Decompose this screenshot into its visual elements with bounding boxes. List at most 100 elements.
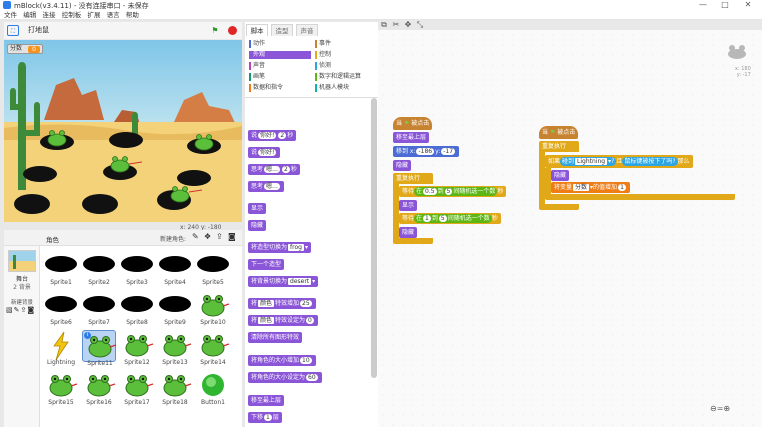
s1-show[interactable]: 显示 [399,200,418,211]
block-change-effect[interactable]: 将颜色 特效增加 25 [248,298,316,309]
app-icon [3,1,11,9]
project-title[interactable]: 打地鼠 [28,25,88,36]
block-go-back-layers[interactable]: 下移 1 层 [248,412,282,423]
sprite-thumbnail-lightning[interactable]: Lightning [44,330,78,366]
minimize-button[interactable]: — [696,0,710,10]
s1-hide[interactable]: 隐藏 [393,160,412,171]
sprite-thumbnail-frog[interactable]: Sprite10 [196,290,230,326]
grow-icon[interactable]: ✥ [402,20,414,29]
stop-icon[interactable] [226,25,238,36]
zoom-out-icon[interactable]: ⊖ [710,404,717,413]
s2-if-block[interactable]: 如果 碰到 Lightning ▾? 且鼠标键被按下了吗? 那么 [545,155,693,168]
s1-go-front[interactable]: 移至最上层 [393,132,430,143]
sprite-info-icon[interactable]: i [84,332,91,339]
sprite-thumbnail-hole[interactable]: Sprite5 [196,250,230,286]
sprite-thumbnail-hole[interactable]: Sprite6 [44,290,78,326]
sprite-thumbnail-hole[interactable]: Sprite3 [120,250,154,286]
s1-forever-foot [393,238,433,244]
script-area[interactable] [378,30,762,427]
delete-icon[interactable]: ✂ [390,20,402,29]
tab-sounds[interactable]: 声音 [296,24,318,36]
sprite-thumbnail-frog[interactable]: Sprite14 [196,330,230,366]
maximize-button[interactable]: □ [718,0,732,10]
backdrop-count: 2 背景 [13,284,31,291]
menu-connect[interactable]: 连接 [42,10,55,20]
close-button[interactable]: ✕ [741,0,755,10]
s1-forever[interactable]: 重复执行 [393,173,433,184]
block-set-effect[interactable]: 将颜色 特效设定为 0 [248,315,318,326]
menu-language[interactable]: 语言 [107,10,120,20]
category-item[interactable]: 数字和逻辑运算 [315,73,377,81]
menu-board[interactable]: 控制板 [62,10,82,20]
s1-wait-random-1[interactable]: 等待在 0.5 到 5 间随机选一个数秒 [399,186,507,197]
sprite-thumbnail-frog[interactable]: Sprite18 [158,370,192,406]
sprite-thumbnail-hole[interactable]: Sprite2 [82,250,116,286]
duplicate-icon[interactable]: ⧉ [378,20,390,30]
block-next-costume[interactable]: 下一个造型 [248,259,285,270]
s2-change-variable[interactable]: 将变量 分数 ▾的值增加 1 [551,182,630,193]
block-clear-effects[interactable]: 清除所有图形特效 [248,332,303,343]
block-say-for[interactable]: 说你好! 2 秒 [248,130,297,141]
category-item[interactable]: 控制 [315,51,377,59]
menu-edit[interactable]: 编辑 [23,10,36,20]
sprite-thumbnail-frog[interactable]: Sprite16 [82,370,116,406]
category-item[interactable]: 机器人模块 [315,84,377,92]
green-flag-icon[interactable]: ⚑ [209,25,221,36]
camera-icon[interactable]: ◙ [228,232,236,241]
block-hide[interactable]: 隐藏 [248,220,267,231]
sprite-thumbnail-hole[interactable]: Sprite9 [158,290,192,326]
s2-hide[interactable]: 隐藏 [551,170,570,181]
sprite-thumbnail-hole[interactable]: Sprite7 [82,290,116,326]
paint-sprite-icon[interactable]: ✎ [192,232,199,241]
sprite-name: Sprite11 [87,360,113,367]
sprite-thumbnail-hole[interactable]: Sprite1 [44,250,78,286]
s1-wait-random-2[interactable]: 等待在 1 到 5 间随机选一个数秒 [399,213,501,224]
block-say[interactable]: 说你好! [248,147,281,158]
palette-scrollbar[interactable] [371,98,377,378]
shrink-icon[interactable]: ⤡ [414,20,426,30]
sprite-thumbnail-frog[interactable]: Sprite17 [120,370,154,406]
category-item[interactable]: 画笔 [249,73,311,81]
s1-goto-xy[interactable]: 移到 x: -186 y: -17 [393,146,460,157]
block-set-size[interactable]: 将角色的大小设定为 60 [248,372,322,383]
block-switch-costume[interactable]: 将造型切换为 frog ▾ [248,242,311,253]
block-switch-backdrop[interactable]: 将背景切换为 desert ▾ [248,276,319,287]
sprite-thumbnail-hole[interactable]: Sprite8 [120,290,154,326]
menu-help[interactable]: 帮助 [126,10,139,20]
category-item[interactable]: 侦测 [315,62,377,70]
block-think[interactable]: 思考 嗯… [248,181,285,192]
choose-sprite-icon[interactable]: ❖ [204,232,211,241]
block-think-for[interactable]: 思考 嗯… 2 秒 [248,164,300,175]
sprite-thumbnail-frog[interactable]: Sprite13 [158,330,192,366]
sprite-thumbnail-hole[interactable]: Sprite4 [158,250,192,286]
block-go-front[interactable]: 移至最上层 [248,395,285,406]
menu-extensions[interactable]: 扩展 [87,10,100,20]
block-change-size[interactable]: 将角色的大小增加 10 [248,355,316,366]
category-label: 事件 [319,40,332,47]
sprite-thumbnail-button[interactable]: Button1 [196,370,230,406]
sprite-thumbnail-frog[interactable]: Sprite15 [44,370,78,406]
sprite-thumbnail-frog[interactable]: Sprite12 [120,330,154,366]
upload-sprite-icon[interactable]: ⇪ [216,232,223,241]
s2-when-flag-clicked[interactable]: 当 ⚑ 被点击 [539,126,579,139]
category-item[interactable]: 外观 [249,51,311,59]
category-item[interactable]: 事件 [315,40,377,48]
category-item[interactable]: 数据和指令 [249,84,311,92]
category-item[interactable]: 声音 [249,62,311,70]
stage-thumbnail[interactable] [8,250,36,272]
sprite-thumbnail-frog[interactable]: Sprite11 i [82,330,117,367]
block-show[interactable]: 显示 [248,203,267,214]
new-backdrop-icons[interactable]: ▧✎⇪◙ [6,306,35,314]
s1-when-flag-clicked[interactable]: 当 ⚑ 被点击 [393,117,433,130]
tab-scripts[interactable]: 脚本 [246,24,268,36]
s1-hide-2[interactable]: 隐藏 [399,227,418,238]
sprite-name: Sprite18 [162,399,188,406]
green-flag-icon: ⚑ [549,129,556,136]
category-item[interactable]: 动作 [249,40,311,48]
tab-costumes[interactable]: 造型 [271,24,293,36]
stage[interactable] [4,40,242,222]
fullscreen-icon[interactable]: ⛶ [7,25,19,36]
s2-forever[interactable]: 重复执行 [539,141,579,152]
menu-file[interactable]: 文件 [4,10,17,20]
zoom-in-icon[interactable]: ⊕ [723,404,730,413]
